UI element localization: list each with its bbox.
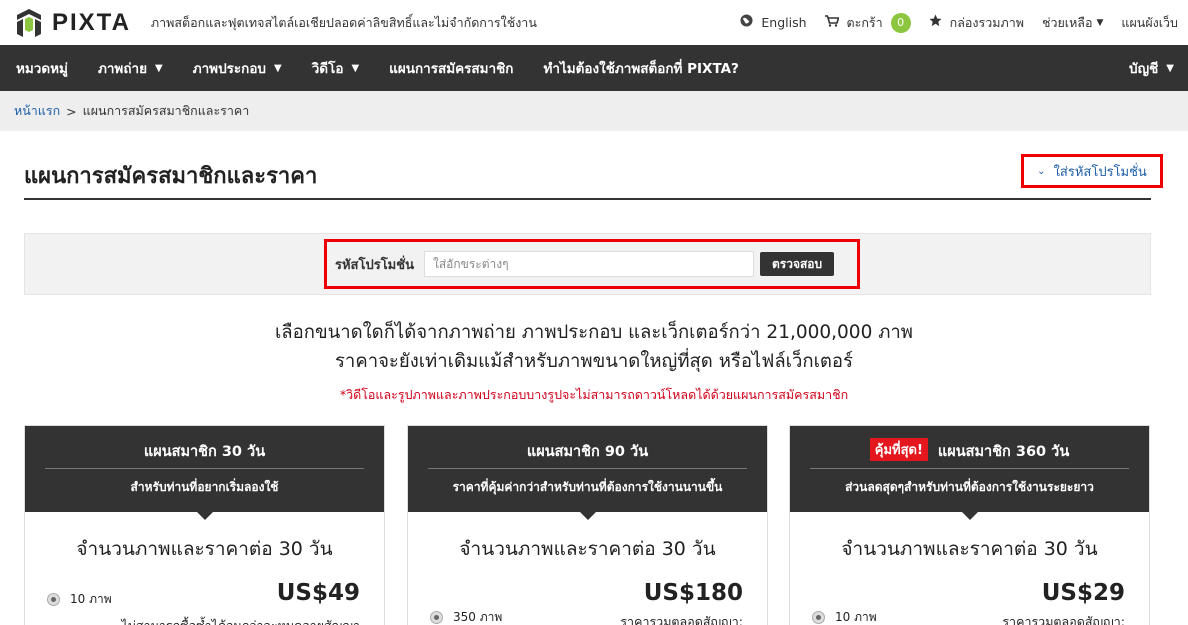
cart-icon — [824, 14, 840, 31]
intro-line-1: เลือกขนาดใดก็ได้จากภาพถ่าย ภาพประกอบ และ… — [274, 322, 913, 343]
plan-body-title: จำนวนภาพและราคาต่อ 30 วัน — [841, 538, 1098, 560]
breadcrumb-separator: > — [66, 103, 77, 119]
cart-count-badge: 0 — [890, 12, 911, 33]
promo-toggle-label: ใส่รหัสโปรโมชั่น — [1053, 164, 1147, 180]
plan-price: US$29 — [1041, 580, 1125, 606]
nav-item-videos[interactable]: วิดีโอ ▼ — [312, 57, 359, 79]
video-notice: *วิดีโอและรูปภาพและภาพประกอบบางรูปจะไม่ส… — [339, 387, 849, 402]
plan-divider — [810, 468, 1129, 469]
nav-label: ภาพประกอบ — [192, 61, 267, 77]
nav-item-photos[interactable]: ภาพถ่าย ▼ — [98, 57, 163, 79]
promo-code-form: รหัสโปรโมชั่น ตรวจสอบ — [324, 239, 860, 289]
lightbox-label: กล่องรวมภาพ — [949, 14, 1024, 30]
nav-item-categories[interactable]: หมวดหมู่ — [16, 57, 68, 79]
plan-option-label: 350 ภาพ — [453, 610, 503, 624]
nav-label: วิดีโอ — [311, 61, 344, 77]
sitemap-label: แผนผังเว็บ — [1121, 14, 1178, 30]
plan-divider — [45, 468, 364, 469]
help-menu[interactable]: ช่วยเหลือ ▼ — [1042, 13, 1103, 33]
plan-body: จำนวนภาพและราคาต่อ 30 วัน 10 ภาพ US$29 ร… — [790, 512, 1149, 625]
plan-title: แผนสมาชิก 30 วัน — [25, 426, 384, 468]
plan-price: US$49 — [276, 580, 360, 606]
language-label: English — [761, 15, 807, 30]
best-value-badge: คุ้มที่สุด! — [869, 438, 928, 461]
breadcrumb: หน้าแรก > แผนการสมัครสมาชิกและราคา — [0, 91, 1188, 131]
plan-note: ราคารวมตลอดสัญญา: — [1002, 614, 1125, 625]
help-label: ช่วยเหลือ — [1041, 14, 1093, 30]
plan-subtitle: สำหรับท่านที่อยากเริ่มลองใช้ — [130, 480, 279, 494]
plan-option-label: 10 ภาพ — [835, 610, 877, 624]
nav-item-why-pixta[interactable]: ทำไมต้องใช้ภาพสต็อกที่ PIXTA? — [543, 57, 738, 79]
star-icon — [929, 14, 942, 31]
nav-label: แผนการสมัครสมาชิก — [389, 61, 514, 77]
account-menu[interactable]: บัญชี ▼ — [1129, 45, 1174, 91]
plan-divider — [428, 468, 747, 469]
nav-label: ภาพถ่าย — [97, 61, 147, 77]
account-label: บัญชี — [1129, 61, 1159, 77]
plan-card-90: แผนสมาชิก 90 วัน ราคาที่คุ้มค่ากว่าสำหรั… — [407, 425, 768, 625]
promo-code-panel: รหัสโปรโมชั่น ตรวจสอบ — [24, 233, 1151, 295]
plan-option[interactable]: 350 ภาพ — [430, 608, 502, 625]
logo-text: PIXTA — [52, 8, 131, 36]
page-title: แผนการสมัครสมาชิกและราคา — [24, 164, 318, 189]
chevron-down-icon: ▼ — [274, 62, 282, 74]
plan-title-text: แผนสมาชิก 90 วัน — [526, 444, 649, 460]
chevron-down-icon: ▼ — [1166, 62, 1174, 74]
plan-header: แผนสมาชิก 30 วัน สำหรับท่านที่อยากเริ่มล… — [25, 426, 384, 520]
cart-link[interactable]: ตะกร้า 0 — [824, 12, 911, 33]
plan-price: US$180 — [643, 580, 743, 606]
plan-title: แผนสมาชิก 90 วัน — [408, 426, 767, 468]
plan-title-text: แผนสมาชิก 30 วัน — [143, 444, 266, 460]
plan-option[interactable]: 10 ภาพ — [812, 608, 877, 625]
plan-card-30: แผนสมาชิก 30 วัน สำหรับท่านที่อยากเริ่มล… — [24, 425, 385, 625]
promo-check-button[interactable]: ตรวจสอบ — [759, 252, 835, 276]
nav-label: หมวดหมู่ — [16, 61, 68, 77]
plan-subtitle: ส่วนลดสุดๆสำหรับท่านที่ต้องการใช้งานระยะ… — [845, 480, 1094, 494]
radio-button[interactable] — [430, 611, 443, 624]
sitemap-link[interactable]: แผนผังเว็บ — [1121, 13, 1178, 33]
plan-body: จำนวนภาพและราคาต่อ 30 วัน 350 ภาพ US$180… — [408, 512, 767, 625]
main-nav: หมวดหมู่ ภาพถ่าย ▼ ภาพประกอบ ▼ วิดีโอ ▼ แผน… — [0, 45, 1188, 91]
pixta-logo[interactable]: PIXTA — [12, 6, 131, 40]
plan-title-text: แผนสมาชิก 360 วัน — [937, 444, 1070, 460]
pixta-logo-icon — [17, 8, 41, 37]
radio-button[interactable] — [812, 611, 825, 624]
nav-label: ทำไมต้องใช้ภาพสต็อกที่ PIXTA? — [543, 61, 739, 77]
page-title-row: แผนการสมัครสมาชิกและราคา ⌄ ใส่รหัสโปรโมช… — [24, 150, 1163, 200]
promo-code-input[interactable] — [423, 251, 754, 277]
chevron-down-icon: ▼ — [351, 62, 360, 74]
plan-note: ราคารวมตลอดสัญญา: — [620, 614, 743, 625]
plan-subtitle: ราคาที่คุ้มค่ากว่าสำหรับท่านที่ต้องการใช… — [452, 480, 723, 494]
language-link[interactable]: English — [740, 14, 807, 31]
chevron-down-icon: ▼ — [1096, 17, 1104, 28]
plan-option[interactable]: 10 ภาพ — [47, 590, 112, 609]
plan-option-label: 10 ภาพ — [70, 592, 112, 606]
promo-code-label: รหัสโปรโมชั่น — [335, 257, 414, 273]
nav-item-subscription[interactable]: แผนการสมัครสมาชิก — [389, 57, 513, 79]
tagline: ภาพสต็อกและฟุตเทจสไตล์เอเชียปลอดค่าลิขสิ… — [150, 14, 537, 30]
nav-item-illustrations[interactable]: ภาพประกอบ ▼ — [193, 57, 282, 79]
breadcrumb-home[interactable]: หน้าแรก — [14, 101, 60, 121]
plan-body: จำนวนภาพและราคาต่อ 30 วัน 10 ภาพ US$49 ไ… — [25, 512, 384, 625]
plan-note: ไม่สามารถซื้อซ้ำได้จนกว่าจะหมดอายุสัญญา — [121, 616, 360, 625]
plan-header: คุ้มที่สุด! แผนสมาชิก 360 วัน ส่วนลดสุดๆ… — [790, 426, 1149, 520]
globe-icon — [740, 14, 753, 31]
chevron-down-icon: ▼ — [155, 62, 163, 74]
radio-button[interactable] — [47, 593, 60, 606]
plan-body-title: จำนวนภาพและราคาต่อ 30 วัน — [76, 538, 333, 560]
top-links: English ตะกร้า 0 กล่องรวมภาพ ช่วยเหลือ ▼… — [722, 0, 1178, 45]
plan-title: คุ้มที่สุด! แผนสมาชิก 360 วัน — [790, 426, 1149, 468]
plan-card-360: คุ้มที่สุด! แผนสมาชิก 360 วัน ส่วนลดสุดๆ… — [789, 425, 1150, 625]
plan-body-title: จำนวนภาพและราคาต่อ 30 วัน — [459, 538, 716, 560]
plan-header: แผนสมาชิก 90 วัน ราคาที่คุ้มค่ากว่าสำหรั… — [408, 426, 767, 520]
top-header: PIXTA ภาพสต็อกและฟุตเทจสไตล์เอเชียปลอดค่… — [0, 0, 1188, 45]
intro-line-2: ราคาจะยังเท่าเดิมแม้สำหรับภาพขนาดใหญ่ที่… — [335, 351, 853, 372]
chevron-down-icon: ⌄ — [1037, 165, 1046, 177]
promo-code-toggle[interactable]: ⌄ ใส่รหัสโปรโมชั่น — [1021, 154, 1163, 188]
cart-label: ตะกร้า — [846, 14, 883, 30]
breadcrumb-current: แผนการสมัครสมาชิกและราคา — [82, 103, 250, 118]
lightbox-link[interactable]: กล่องรวมภาพ — [929, 13, 1024, 33]
